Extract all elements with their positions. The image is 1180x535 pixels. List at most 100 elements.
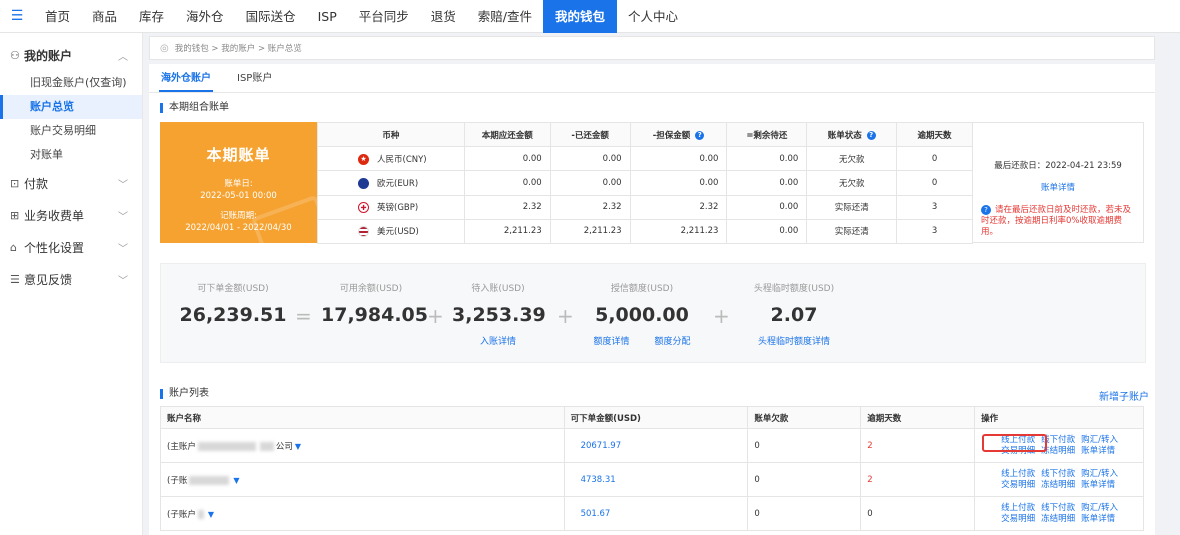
nav-item[interactable]: 库存 [128,0,175,33]
pending-detail-link[interactable]: 入账详情 [452,334,544,347]
nav-item[interactable]: 首页 [34,0,81,33]
bill-header-guarantee: -担保金额 ? [629,121,728,148]
credit-label: 授信额度(USD) [610,284,674,294]
action-link[interactable]: 交易明细 [1001,514,1035,524]
acct-header-actions: 操作 [974,406,1144,429]
action-row: 交易明细 冻结明细 账单详情 [1001,480,1143,491]
account-amount[interactable]: 4738.31 [563,462,749,497]
action-link[interactable]: 购汇/转入 [1081,469,1118,479]
nav-item[interactable]: 索赔/查件 [467,0,543,33]
orderable-label: 可下单金额(USD) [197,284,269,294]
caret-down-icon[interactable]: ▼ [295,442,301,451]
account-debt: 0 [747,428,862,463]
help-icon[interactable]: ? [695,130,705,140]
caret-down-icon[interactable]: ▼ [208,510,214,519]
nav-item[interactable]: 我的钱包 [543,0,618,33]
nav-item[interactable]: ISP [307,0,348,33]
account-name-cell: (子账户 ▼ [160,496,565,531]
chevron-up-icon: ︿ [118,51,128,63]
nav-item[interactable]: 个人中心 [617,0,689,33]
sidebar-item[interactable]: 旧现金账户(仅查询) [0,71,142,95]
feedback-icon: ☰ [10,272,20,286]
temp-credit-value: 2.07 [770,304,818,326]
menu-toggle-icon[interactable]: ☰ [0,0,34,33]
bill-cell-due: 2,211.23 [463,218,551,244]
account-name-cell: (子账 ▼ [160,462,565,497]
sidebar-other-groups: ⊡ 付款 ﹀ ⊞ 业务收费单 ﹀ ⌂ 个性化设置 ﹀ ☰ 意见反馈 ﹀ [0,167,142,295]
sidebar-item[interactable]: 账户交易明细 [0,119,142,143]
help-icon[interactable]: ? [866,130,876,140]
acct-header-overdue: 逾期天数 [860,406,976,429]
nav-item[interactable]: 商品 [81,0,128,33]
bill-cell-status: 无欠款 [806,170,898,196]
account-amount[interactable]: 501.67 [563,496,749,531]
credit-detail-link[interactable]: 额度详情 [594,337,630,347]
bill-cell-status: 实际还清 [806,194,898,220]
sidebar-group[interactable]: ⊡ 付款 ﹀ [0,167,142,199]
sidebar-item[interactable]: 对账单 [0,143,142,167]
stat-temp-credit: 头程临时额度(USD) 2.07 头程临时额度详情 [739,281,849,347]
flag-gbp-icon: ✚ [358,202,369,214]
temp-credit-detail-link[interactable]: 头程临时额度详情 [739,334,849,347]
action-link[interactable]: 线上付款 [1001,503,1035,513]
sidebar-group[interactable]: ⌂ 个性化设置 ﹀ [0,231,142,263]
stat-orderable: 可下单金额(USD) 26,239.51 [175,281,291,326]
account-name-suffix: 公司 [275,441,293,452]
nav-item[interactable]: 退货 [420,0,467,33]
sidebar-group[interactable]: ☰ 意见反馈 ﹀ [0,263,142,295]
action-link[interactable]: 购汇/转入 [1081,503,1118,513]
action-link[interactable]: 线下付款 [1041,469,1075,479]
bill-header-overdue: 逾期天数 [896,121,973,148]
account-name-cell: (主账户 公司 ▼ [160,428,565,463]
action-link[interactable]: 冻结明细 [1041,514,1075,524]
sidebar-group[interactable]: ⊞ 业务收费单 ﹀ [0,199,142,231]
sidebar-group-label: 业务收费单 [24,208,85,223]
header-status-text: 账单状态 [827,130,862,141]
overdue-warning: ? 请在最后还款日前及时还款，若未及时还款，按逾期日利率0%收取逾期费用。 [973,205,1143,238]
action-link[interactable]: 购汇/转入 [1081,435,1118,445]
credit-allocation-link[interactable]: 额度分配 [654,337,690,347]
action-link[interactable]: 账单详情 [1081,514,1115,524]
currency-cell: ✚ 英镑(GBP) [317,194,465,220]
bill-header-status: 账单状态 ? [806,121,898,148]
action-link[interactable]: 账单详情 [1081,480,1115,490]
account-debt: 0 [747,496,862,531]
action-link[interactable]: 交易明细 [1001,480,1035,490]
bill-table: 币种 本期应还金额 -已还金额 -担保金额 ? =剩余待还 账单状态 ? 逾期天… [317,121,973,244]
account-amount[interactable]: 20671.97 [563,428,749,463]
account-table: 账户名称 可下单金额(USD) 账单欠款 逾期天数 操作 (主账户 公司 ▼ 2067… [160,406,1144,531]
bill-table-body: ★ 人民币(CNY) 0.00 0.00 0.00 0.00 无欠款 0 欧元(EUR) 0.00… [317,146,973,244]
acct-header-debt: 账单欠款 [747,406,862,429]
bill-cell-remaining: 0.00 [726,194,808,220]
nav-item[interactable]: 国际送仓 [235,0,307,33]
acct-header-name: 账户名称 [160,406,565,429]
highlight-box [982,433,1048,452]
nav-item[interactable]: 平台同步 [348,0,420,33]
nav-item[interactable]: 海外仓 [175,0,235,33]
bill-cell-remaining: 0.00 [726,146,808,172]
sidebar-item[interactable]: 账户总览 [0,95,142,119]
new-sub-account-link[interactable]: 新增子账户 [1099,388,1149,403]
currency-name: 英镑(GBP) [377,203,419,214]
account-name-prefix: (子账 [167,475,188,486]
flag-cny-icon: ★ [358,153,369,165]
bill-detail-link[interactable]: 账单详情 [973,181,1143,193]
sidebar-group-my-account[interactable]: ⚇ 我的账户 ︿ [0,39,142,71]
settings-icon: ⌂ [10,240,17,254]
bill-cell-remaining: 0.00 [726,218,808,244]
caret-down-icon[interactable]: ▼ [233,476,239,485]
sidebar-group-label: 我的账户 [24,48,73,63]
tab-overseas-warehouse[interactable]: 海外仓账户 [159,68,213,92]
action-link[interactable]: 账单详情 [1081,446,1115,456]
bill-cell-guarantee: 2.32 [629,194,728,220]
action-link[interactable]: 线上付款 [1001,469,1035,479]
tab-isp[interactable]: ISP账户 [235,68,274,92]
redacted-text [189,475,230,485]
action-link[interactable]: 冻结明细 [1041,480,1075,490]
user-icon: ⚇ [10,48,20,62]
sidebar-group-label: 个性化设置 [24,240,85,255]
currency-cell: 美元(USD) [317,218,465,244]
bill-date: 2022-05-01 00:00 [200,191,277,201]
action-link[interactable]: 线下付款 [1041,503,1075,513]
bill-header-currency: 币种 [317,121,465,148]
